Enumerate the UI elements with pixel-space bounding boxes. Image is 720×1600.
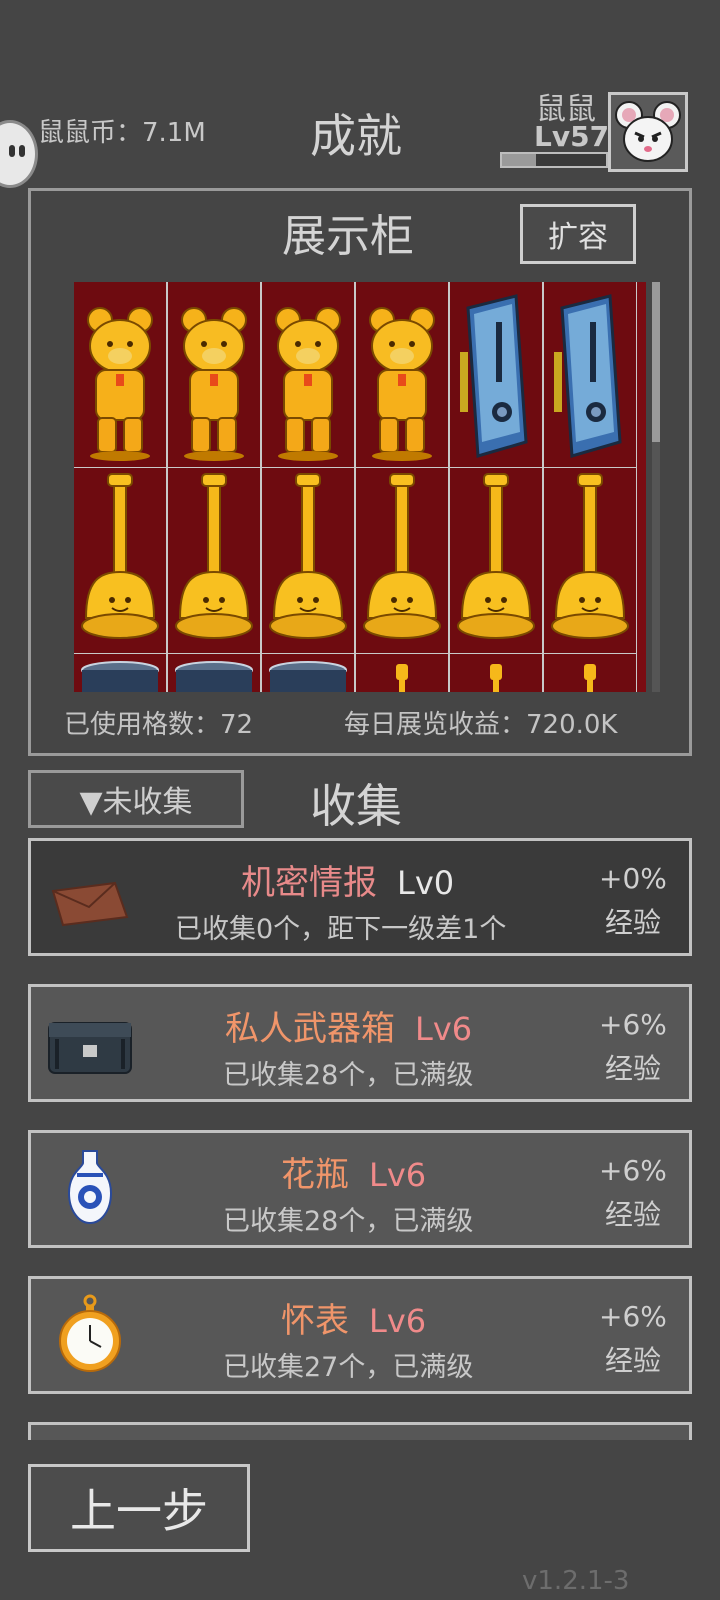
item-bonus: +0% 经验	[599, 857, 667, 945]
page-title: 成就	[310, 109, 402, 163]
golden-plunger-trophy-icon	[450, 468, 542, 658]
item-name-row: 私人武器箱 Lv6	[225, 1001, 472, 1050]
item-name-row: 怀表 Lv6	[281, 1293, 426, 1342]
showcase-slot[interactable]	[167, 282, 261, 469]
daily-income: 每日展览收益：720.0K	[344, 710, 618, 740]
bonus-label: 经验	[604, 1198, 661, 1231]
showcase-slot[interactable]	[543, 282, 637, 469]
collection-item[interactable]: 花瓶 Lv6 已收集28个，已满级 +6% 经验	[28, 1130, 692, 1248]
showcase-slot[interactable]	[261, 653, 355, 692]
item-level: Lv6	[415, 1010, 473, 1048]
showcase-slot[interactable]	[543, 467, 637, 655]
golden-plunger-trophy-icon	[356, 468, 448, 658]
showcase-slot[interactable]	[167, 467, 261, 655]
expand-button[interactable]: 扩容	[520, 204, 636, 264]
golden-plunger-trophy-icon	[262, 468, 354, 658]
item-name: 机密情报	[241, 863, 377, 903]
showcase-slot[interactable]	[543, 653, 637, 692]
golden-pin-icon	[450, 654, 542, 692]
collection-item[interactable]: 私人武器箱 Lv6 已收集28个，已满级 +6% 经验	[28, 984, 692, 1102]
blue-pot-icon	[262, 654, 354, 692]
eye-icon	[9, 145, 15, 157]
showcase-slot[interactable]	[74, 282, 167, 469]
item-progress: 已收集27个，已满级	[223, 1352, 474, 1383]
golden-pin-icon	[356, 654, 448, 692]
back-button[interactable]: 上一步	[28, 1464, 250, 1552]
blue-pot-icon	[168, 654, 260, 692]
collection-item[interactable]: 怀表 Lv6 已收集27个，已满级 +6% 经验	[28, 1276, 692, 1394]
showcase-slot[interactable]	[74, 653, 167, 692]
showcase-slot[interactable]	[449, 467, 543, 655]
item-name: 私人武器箱	[225, 1009, 395, 1049]
item-level: Lv6	[369, 1156, 427, 1194]
player-level: Lv57	[534, 120, 610, 153]
golden-bear-trophy-icon	[74, 282, 166, 472]
side-menu-button[interactable]	[0, 120, 38, 188]
item-name: 怀表	[281, 1301, 349, 1341]
avatar[interactable]	[608, 92, 688, 172]
collection-title: 收集	[310, 779, 402, 833]
version-label: v1.2.1-3	[522, 1566, 630, 1596]
showcase-title: 展示柜	[282, 211, 414, 262]
showcase-slot[interactable]	[355, 653, 449, 692]
bonus-label: 经验	[604, 906, 661, 939]
golden-pin-icon	[544, 654, 636, 692]
item-progress: 已收集28个，已满级	[223, 1060, 474, 1091]
graphics-card-icon	[450, 282, 542, 472]
showcase-slot[interactable]	[449, 653, 543, 692]
bonus-value: +6%	[599, 1154, 667, 1187]
item-level: Lv0	[397, 864, 455, 902]
item-name-row: 花瓶 Lv6	[281, 1147, 426, 1196]
collection-item-partial[interactable]	[28, 1422, 692, 1442]
showcase-slot[interactable]	[355, 282, 449, 469]
blue-pot-icon	[74, 654, 166, 692]
coins-balance: 鼠鼠币：7.1M	[38, 118, 206, 148]
golden-plunger-trophy-icon	[544, 468, 636, 658]
mouse-avatar-icon	[615, 101, 681, 162]
golden-plunger-trophy-icon	[168, 468, 260, 658]
bonus-label: 经验	[604, 1344, 661, 1377]
used-slots: 已使用格数：72	[64, 710, 254, 740]
collection-item[interactable]: 机密情报 Lv0 已收集0个，距下一级差1个 +0% 经验	[28, 838, 692, 956]
item-progress: 已收集28个，已满级	[223, 1206, 474, 1237]
xp-progress-fill	[502, 154, 537, 166]
item-progress: 已收集0个，距下一级差1个	[175, 914, 507, 945]
showcase-slot[interactable]	[261, 282, 355, 469]
showcase-slot[interactable]	[74, 467, 167, 655]
vase-icon	[45, 1147, 135, 1231]
showcase-slot[interactable]	[449, 282, 543, 469]
scrollbar-thumb[interactable]	[652, 282, 660, 442]
golden-bear-trophy-icon	[356, 282, 448, 472]
showcase-slot[interactable]	[167, 653, 261, 692]
bonus-value: +6%	[599, 1300, 667, 1333]
bonus-value: +6%	[599, 1008, 667, 1041]
weapon-case-icon	[45, 1001, 135, 1085]
golden-plunger-trophy-icon	[74, 468, 166, 658]
item-level: Lv6	[369, 1302, 427, 1340]
bonus-value: +0%	[599, 862, 667, 895]
item-name: 花瓶	[281, 1155, 349, 1195]
showcase-slot[interactable]	[261, 467, 355, 655]
uncollected-filter-button[interactable]: ▼未收集	[28, 770, 244, 828]
xp-progress-bar	[500, 152, 608, 168]
graphics-card-icon	[544, 282, 636, 472]
eye-icon	[19, 145, 25, 157]
envelope-icon	[45, 855, 135, 939]
golden-bear-trophy-icon	[168, 282, 260, 472]
item-bonus: +6% 经验	[599, 1003, 667, 1091]
showcase-slot[interactable]	[355, 467, 449, 655]
item-bonus: +6% 经验	[599, 1295, 667, 1383]
bonus-label: 经验	[604, 1052, 661, 1085]
golden-bear-trophy-icon	[262, 282, 354, 472]
pocket-watch-icon	[45, 1293, 135, 1377]
item-bonus: +6% 经验	[599, 1149, 667, 1237]
item-name-row: 机密情报 Lv0	[241, 855, 454, 904]
showcase-grid[interactable]	[74, 282, 646, 692]
